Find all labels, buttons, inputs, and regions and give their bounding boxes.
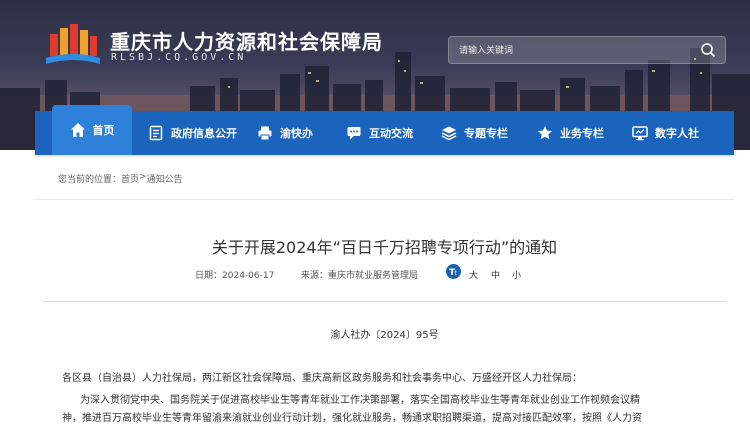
home-icon [70, 123, 85, 137]
bureau-logo [46, 24, 100, 64]
font-size-small-button[interactable]: 小 [512, 268, 521, 281]
nav-item-label: 渝快办 [280, 127, 313, 140]
main-nav: 首页 政府信息公开 渝快办 互动交流 专题专栏 业务专栏 数字人社 [35, 105, 734, 155]
nav-item-label: 互动交流 [369, 127, 413, 140]
meta-divider [43, 301, 726, 302]
breadcrumb-prefix: 您当前的位置： [58, 175, 122, 185]
breadcrumb-divider [35, 199, 734, 200]
document-number: 渝人社办〔2024〕95号 [330, 330, 439, 341]
nav-item-label: 首页 [92, 124, 115, 137]
nav-item-label: 政府信息公开 [171, 127, 237, 140]
font-size-large-button[interactable]: 大 [469, 268, 478, 281]
nav-item-government-info[interactable]: 政府信息公开 [148, 111, 237, 155]
document-icon [149, 125, 163, 141]
nav-item-home[interactable]: 首页 [52, 105, 132, 155]
date-label: 日期： [195, 271, 223, 281]
star-icon [538, 126, 552, 140]
chat-icon [347, 127, 361, 140]
source-label: 来源： [301, 271, 329, 281]
nav-item-interaction[interactable]: 互动交流 [346, 111, 413, 155]
breadcrumb-home-link[interactable]: 首页 [121, 172, 139, 185]
date-value: 2024-06-17 [222, 271, 275, 281]
article-title: 关于开展2024年“百日千万招聘专项行动”的通知 [211, 238, 558, 257]
search-box [448, 36, 726, 64]
monitor-icon [632, 126, 648, 141]
breadcrumb: 您当前的位置： 首页 > 通知公告 [58, 172, 183, 185]
site-domain: RLSBJ.CQ.GOV.CN [111, 52, 247, 63]
printer-icon [258, 126, 272, 141]
nav-item-business[interactable]: 业务专栏 [537, 111, 604, 155]
nav-item-yukuaiban[interactable]: 渝快办 [257, 111, 313, 155]
article-source: 来源：重庆市就业服务管理局 [301, 268, 418, 281]
search-icon[interactable] [700, 42, 716, 58]
font-size-medium-button[interactable]: 中 [491, 268, 500, 281]
search-input[interactable] [457, 41, 691, 61]
nav-item-special-topics[interactable]: 专题专栏 [441, 111, 508, 155]
recipients-paragraph: 各区县（自治县）人力社保局，两江新区社会保障局、重庆高新区政务服务和社会事务中心… [62, 373, 582, 384]
nav-item-label: 专题专栏 [464, 127, 508, 140]
body-paragraph-line-2: 神，推进百万高校毕业生等青年留渝来渝就业创业行动计划，强化就业服务，畅通求职招聘… [62, 413, 642, 424]
body-paragraph-line-1: 为深入贯彻党中央、国务院关于促进高校毕业生等青年就业工作决策部署，落实全国高校毕… [80, 395, 640, 406]
nav-item-label: 数字人社 [655, 127, 699, 140]
layers-icon [441, 126, 457, 141]
nav-item-label: 业务专栏 [560, 127, 604, 140]
svg-text:t: t [455, 270, 458, 277]
site-title: 重庆市人力资源和社会保障局 [110, 30, 383, 54]
font-size-glyph-icon: T t [449, 268, 458, 278]
breadcrumb-separator: > [139, 172, 147, 182]
font-size-icon: T t [446, 264, 461, 279]
article-container: 您当前的位置： 首页 > 通知公告 关于开展2024年“百日千万招聘专项行动”的… [35, 160, 734, 431]
article-date: 日期：2024-06-17 [195, 268, 274, 281]
source-value: 重庆市就业服务管理局 [328, 271, 419, 281]
nav-item-digital[interactable]: 数字人社 [632, 111, 699, 155]
breadcrumb-current-link[interactable]: 通知公告 [147, 172, 183, 185]
